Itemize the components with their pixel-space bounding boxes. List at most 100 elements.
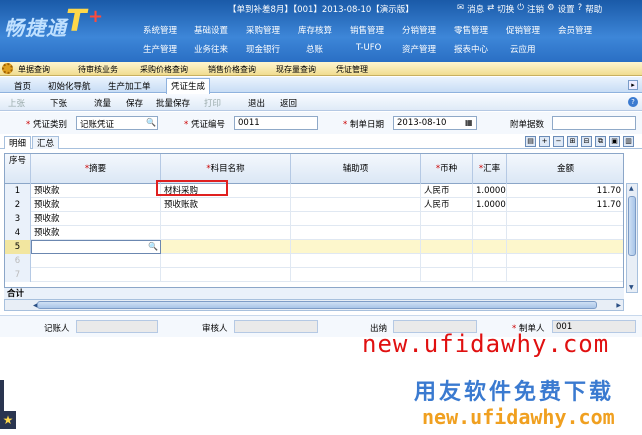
- menu-cash[interactable]: 现金银行: [246, 43, 280, 55]
- menu-tufo[interactable]: T-UFO: [356, 43, 381, 53]
- col-aux[interactable]: 辅助项: [291, 154, 421, 184]
- cell-aux[interactable]: [291, 226, 421, 240]
- voucher-no-field[interactable]: 0011: [234, 116, 318, 130]
- table-row[interactable]: 1 预收款 材料采购 人民币 1.0000 11.70: [5, 184, 623, 198]
- tab-production-order[interactable]: 生产加工单: [104, 79, 155, 93]
- cell-aux[interactable]: [291, 198, 421, 212]
- paste-icon[interactable]: ▣: [609, 136, 620, 147]
- top-link-logout[interactable]: 注销: [527, 3, 544, 15]
- cell-currency[interactable]: 人民币: [421, 184, 473, 198]
- cell-account[interactable]: [161, 212, 291, 226]
- switch-icon[interactable]: ⇄: [487, 3, 494, 15]
- cell-summary[interactable]: 预收款: [31, 184, 161, 198]
- cell-amount[interactable]: 11.70: [507, 198, 623, 212]
- cell-summary[interactable]: 预收款: [31, 198, 161, 212]
- columns-icon[interactable]: ▥: [623, 136, 634, 147]
- cell-amount[interactable]: 11.70: [507, 184, 623, 198]
- menu-distribution[interactable]: 分销管理: [402, 24, 436, 36]
- cell-amount[interactable]: [507, 240, 623, 254]
- col-amount[interactable]: 金额: [507, 154, 623, 184]
- vertical-scroll-thumb[interactable]: [628, 196, 636, 256]
- cell-rate[interactable]: [473, 212, 507, 226]
- cell-account[interactable]: [161, 268, 291, 282]
- summary-edit-box[interactable]: 🔍: [31, 240, 161, 254]
- cell-currency[interactable]: [421, 268, 473, 282]
- prev-button[interactable]: 上张: [8, 97, 25, 109]
- quick-purchase-price[interactable]: 采购价格查询: [140, 64, 188, 75]
- tab-home[interactable]: 首页: [10, 79, 35, 93]
- cell-amount[interactable]: [507, 212, 623, 226]
- menu-promotion[interactable]: 促销管理: [506, 24, 540, 36]
- attach-count-field[interactable]: [552, 116, 636, 130]
- delete-row-icon[interactable]: −: [553, 136, 564, 147]
- tab-init-nav[interactable]: 初始化导航: [44, 79, 95, 93]
- tab-summary[interactable]: 汇总: [32, 136, 60, 149]
- cell-rate[interactable]: [473, 226, 507, 240]
- table-row[interactable]: 6: [5, 254, 623, 268]
- top-link-switch[interactable]: 切换: [497, 3, 514, 15]
- mail-icon[interactable]: ✉: [457, 3, 464, 15]
- cell-summary[interactable]: [31, 254, 161, 268]
- remove-row-icon[interactable]: ⊟: [581, 136, 592, 147]
- flow-button[interactable]: 流量: [94, 97, 111, 109]
- col-summary[interactable]: *摘要: [31, 154, 161, 184]
- menu-production[interactable]: 生产管理: [143, 43, 177, 55]
- help-icon[interactable]: ?: [628, 97, 638, 107]
- cell-summary[interactable]: 预收款: [31, 226, 161, 240]
- cell-account[interactable]: [161, 240, 291, 254]
- cell-rate[interactable]: [473, 254, 507, 268]
- tab-detail[interactable]: 明细: [4, 136, 32, 149]
- back-button[interactable]: 返回: [280, 97, 297, 109]
- star-icon[interactable]: ★: [0, 411, 16, 429]
- insert-row-icon[interactable]: +: [539, 136, 550, 147]
- quick-gear-icon[interactable]: [2, 63, 13, 74]
- cell-currency[interactable]: [421, 212, 473, 226]
- search-icon[interactable]: 🔍: [146, 118, 156, 127]
- tab-nav-icon[interactable]: ▸: [628, 80, 638, 90]
- gear-icon[interactable]: ⚙: [547, 3, 555, 15]
- horizontal-scroll-thumb[interactable]: [37, 301, 597, 309]
- menu-retail[interactable]: 零售管理: [454, 24, 488, 36]
- exit-button[interactable]: 退出: [248, 97, 265, 109]
- quick-doc-query[interactable]: 单据查询: [18, 64, 50, 75]
- cell-rate[interactable]: 1.0000: [473, 198, 507, 212]
- vertical-scrollbar[interactable]: ▲ ▼: [626, 183, 638, 293]
- batch-save-button[interactable]: 批量保存: [156, 97, 190, 109]
- menu-sales[interactable]: 销售管理: [350, 24, 384, 36]
- horizontal-scrollbar[interactable]: ◀ ▶: [4, 299, 624, 311]
- cell-aux[interactable]: [291, 254, 421, 268]
- cell-currency[interactable]: [421, 240, 473, 254]
- top-link-settings[interactable]: 设置: [558, 3, 575, 15]
- quick-pending-audit[interactable]: 待审核业务: [78, 64, 118, 75]
- cell-account[interactable]: 预收账款: [161, 198, 291, 212]
- menu-system[interactable]: 系统管理: [143, 24, 177, 36]
- cell-amount[interactable]: [507, 268, 623, 282]
- quick-sales-price[interactable]: 销售价格查询: [208, 64, 256, 75]
- cell-rate[interactable]: [473, 240, 507, 254]
- search-icon[interactable]: 🔍: [148, 242, 158, 251]
- cell-amount[interactable]: [507, 254, 623, 268]
- cell-rate[interactable]: 1.0000: [473, 184, 507, 198]
- cell-currency[interactable]: [421, 254, 473, 268]
- top-link-help[interactable]: 帮助: [585, 3, 602, 15]
- cell-aux[interactable]: [291, 212, 421, 226]
- col-rate[interactable]: *汇率: [473, 154, 507, 184]
- menu-assets[interactable]: 资产管理: [402, 43, 436, 55]
- menu-business[interactable]: 业务往来: [194, 43, 228, 55]
- table-row[interactable]: 7: [5, 268, 623, 282]
- tab-voucher-gen[interactable]: 凭证生成: [166, 78, 211, 94]
- col-currency[interactable]: *币种: [421, 154, 473, 184]
- top-link-messages[interactable]: 消息: [467, 3, 484, 15]
- scroll-right-icon[interactable]: ▶: [616, 302, 621, 309]
- menu-basic[interactable]: 基础设置: [194, 24, 228, 36]
- calendar-icon[interactable]: ▦: [465, 118, 473, 127]
- menu-inventory[interactable]: 库存核算: [298, 24, 332, 36]
- logout-icon[interactable]: ⏻: [517, 3, 524, 15]
- cell-summary[interactable]: [31, 268, 161, 282]
- save-button[interactable]: 保存: [126, 97, 143, 109]
- cell-rate[interactable]: [473, 268, 507, 282]
- quick-stock-query[interactable]: 现存量查询: [276, 64, 316, 75]
- quick-voucher-mgmt[interactable]: 凭证管理: [336, 64, 368, 75]
- table-row[interactable]: 4 预收款: [5, 226, 623, 240]
- scroll-down-icon[interactable]: ▼: [629, 284, 634, 291]
